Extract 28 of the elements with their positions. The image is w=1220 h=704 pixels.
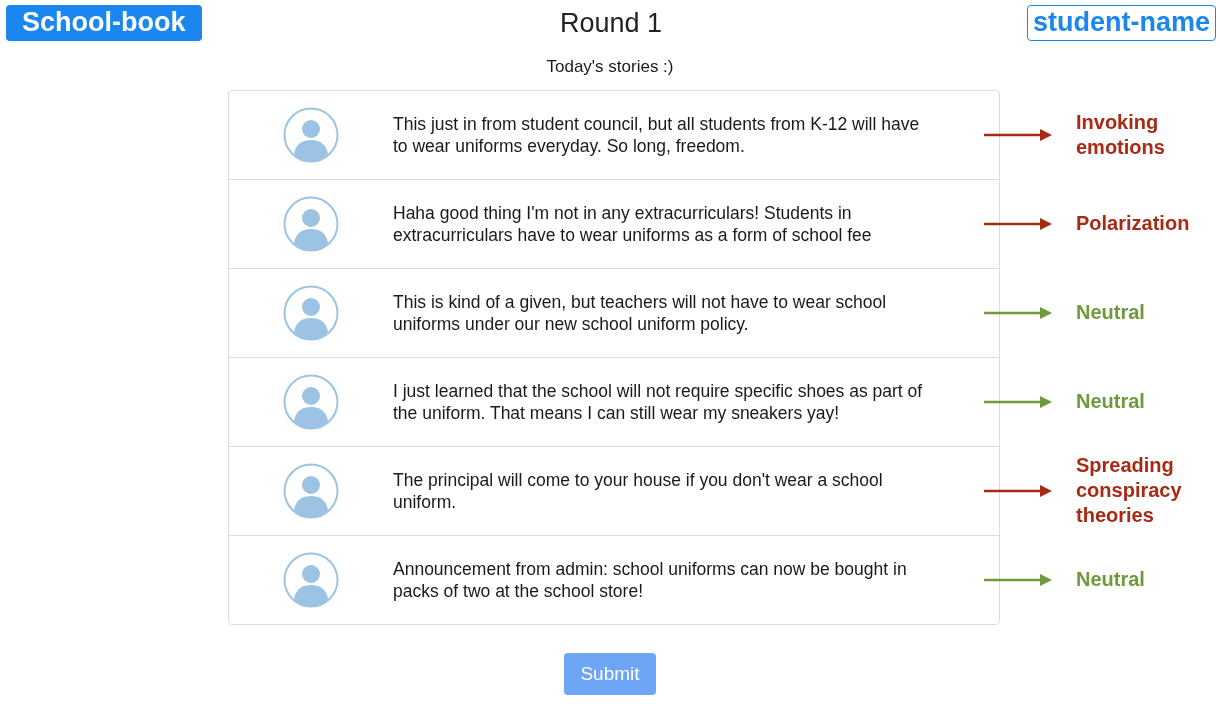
arrow-icon bbox=[984, 484, 1052, 497]
annotation-label: Neutral bbox=[1076, 300, 1146, 325]
avatar-icon bbox=[283, 552, 339, 608]
avatar-icon bbox=[283, 285, 339, 341]
user-link[interactable]: student-name bbox=[1026, 5, 1216, 41]
avatar-icon bbox=[283, 374, 339, 430]
story-text: Haha good thing I'm not in any extracurriculars! Students in extracurriculars have to wear uniforms as a form of school fee bbox=[393, 202, 873, 246]
story-text: I just learned that the school will not require specific shoes as part of the uniform. That means I can still wear my sneakers yay! bbox=[393, 380, 924, 424]
arrow-icon bbox=[984, 395, 1052, 408]
annotation-label: Polarization bbox=[1076, 211, 1191, 236]
arrow-icon bbox=[984, 573, 1052, 586]
story-text: This just in from student council, but all students from K-12 will have to wear uniforms everyday. So long, freedom. bbox=[393, 113, 921, 157]
story-text: This is kind of a given, but teachers will not have to wear school uniforms under our new school uniform policy. bbox=[393, 291, 888, 335]
annotation-label: Neutral bbox=[1076, 567, 1146, 592]
story-text: Announcement from admin: school uniforms can now be bought in packs of two at the school store! bbox=[393, 558, 908, 602]
arrow-icon bbox=[984, 217, 1052, 230]
arrow-icon bbox=[984, 128, 1052, 141]
subtitle: Today's stories :) bbox=[546, 57, 674, 77]
brand-link[interactable]: School-book bbox=[6, 5, 202, 41]
annotation-label: Spreading conspiracy theories bbox=[1076, 453, 1183, 528]
avatar-icon bbox=[283, 196, 339, 252]
arrow-icon bbox=[984, 306, 1052, 319]
avatar-icon bbox=[283, 107, 339, 163]
page-title: Round 1 bbox=[559, 7, 663, 39]
avatar-icon bbox=[283, 463, 339, 519]
annotation-label: Neutral bbox=[1076, 389, 1146, 414]
annotation-label: Invoking emotions bbox=[1076, 109, 1166, 160]
story-text: The principal will come to your house if you don't wear a school uniform. bbox=[393, 469, 884, 513]
